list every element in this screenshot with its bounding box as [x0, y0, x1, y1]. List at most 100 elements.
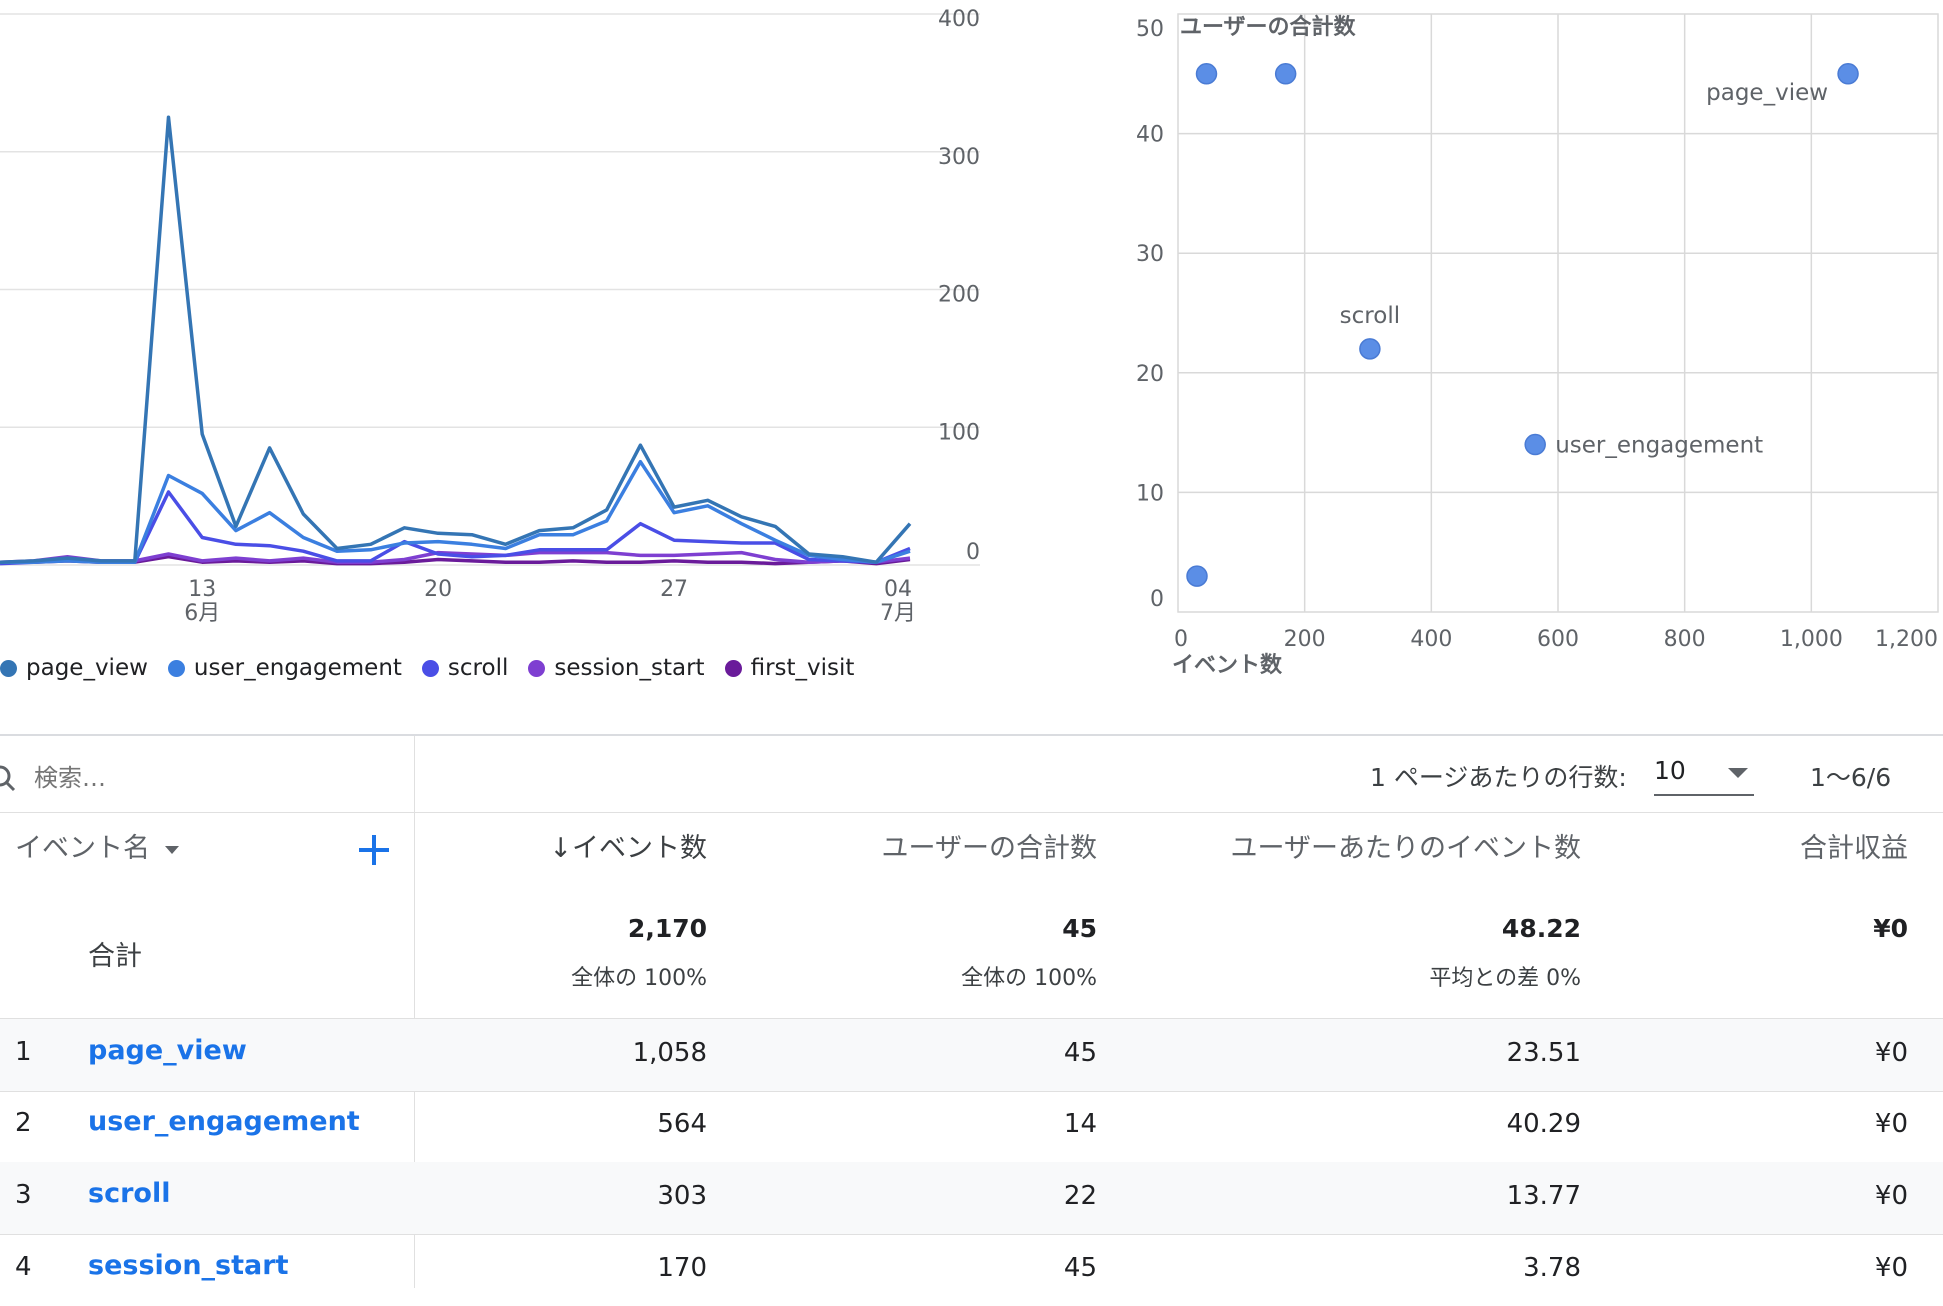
scatter-point [1195, 63, 1218, 85]
x-tick-label: 200 [1284, 627, 1326, 652]
event-count-line-chart: 400 300 200 100 0 136月 20 27 047月 [0, 7, 980, 626]
pagination-range: 1〜6/6 [1810, 763, 1892, 792]
row-index: 4 [15, 1252, 32, 1282]
table-row: 2 user_engagement 564 14 40.29 ¥0 [0, 1090, 1943, 1163]
event-name-link[interactable]: scroll [88, 1178, 170, 1209]
legend-item-user-engagement[interactable]: user_engagement [167, 655, 402, 681]
events-per-user-cell: 23.51 [1506, 1038, 1581, 1068]
column-header-events-per-user[interactable]: ユーザーあたりのイベント数 [1231, 826, 1581, 865]
header-top-divider [0, 812, 1943, 813]
totals-event-count-share: 全体の 100% [571, 966, 707, 991]
y-tick-label: 300 [938, 145, 980, 170]
legend-dot-icon [0, 659, 17, 677]
legend-dot-icon [421, 659, 439, 677]
total-users-cell: 45 [1063, 1038, 1097, 1068]
totals-label: 合計 [88, 941, 142, 972]
x-tick-label: 13 [188, 577, 216, 602]
column-header-event-name[interactable]: イベント名 [15, 826, 181, 865]
scatter-point [1274, 63, 1297, 85]
row-index: 3 [15, 1180, 32, 1210]
y-tick-label: 30 [1136, 242, 1164, 267]
totals-total-users-share: 全体の 100% [961, 966, 1097, 991]
column-header-total-users[interactable]: ユーザーの合計数 [882, 826, 1097, 865]
event-name-link[interactable]: page_view [88, 1035, 247, 1066]
x-axis-title: イベント数 [1172, 652, 1283, 678]
column-header-total-revenue[interactable]: 合計収益 [1800, 826, 1908, 865]
legend-label: user_engagement [193, 655, 402, 681]
toolbar-top-divider [0, 734, 1943, 736]
y-axis-title: ユーザーの合計数 [1180, 14, 1357, 40]
totals-events-per-user-diff: 平均との差 0% [1429, 966, 1581, 991]
total-revenue-cell: ¥0 [1874, 1109, 1908, 1139]
legend-label: session_start [554, 655, 705, 681]
table-row: 4 session_start 170 45 3.78 ¥0 [0, 1234, 1943, 1306]
legend-dot-icon [167, 659, 185, 677]
events-per-user-cell: 3.78 [1523, 1253, 1581, 1283]
legend-dot-icon [724, 659, 742, 677]
scatter-point [1359, 338, 1381, 360]
events-per-user-cell: 40.29 [1506, 1109, 1581, 1139]
event-count-cell: 170 [657, 1253, 707, 1283]
table-row: 1 page_view 1,058 45 23.51 ¥0 [0, 1018, 1943, 1092]
point-label: user_engagement [1555, 433, 1763, 459]
x-tick-label: 27 [660, 577, 688, 602]
total-revenue-cell: ¥0 [1874, 1038, 1908, 1068]
event-count-cell: 564 [657, 1109, 707, 1139]
legend-dot-icon [528, 659, 546, 677]
column-header-label: イベント名 [15, 833, 150, 864]
totals-events-per-user: 48.22 [1501, 914, 1581, 943]
x-tick-month-label: 6月 [184, 601, 220, 626]
rows-per-page-label: 1 ページあたりの行数: [1370, 763, 1627, 792]
column-header-event-count[interactable]: ↓イベント数 [549, 826, 707, 865]
y-tick-label: 50 [1136, 17, 1164, 42]
row-index: 1 [15, 1037, 32, 1067]
totals-total-users: 45 [1062, 914, 1097, 943]
y-tick-label: 0 [1150, 587, 1164, 612]
point-label: scroll [1340, 303, 1400, 329]
search-icon [0, 765, 16, 792]
search-box[interactable] [0, 758, 400, 798]
search-input[interactable] [32, 760, 376, 796]
event-name-link[interactable]: user_engagement [88, 1106, 360, 1137]
x-tick-month-label: 7月 [880, 601, 916, 626]
y-tick-label: 400 [938, 7, 980, 32]
add-dimension-button[interactable] [356, 832, 392, 868]
legend-item-page-view[interactable]: page_view [0, 655, 148, 681]
x-tick-label: 400 [1410, 627, 1452, 652]
scatter-point [1524, 433, 1546, 456]
x-tick-label: 1,000 [1780, 627, 1843, 652]
line-chart-legend: page_view user_engagement scroll session… [0, 650, 874, 686]
totals-event-count: 2,170 [627, 914, 707, 943]
x-tick-label: 1,200 [1875, 627, 1938, 652]
y-tick-label: 20 [1136, 362, 1164, 387]
caret-down-icon [164, 845, 179, 854]
rows-per-page-select[interactable]: 10 [1654, 752, 1754, 796]
x-tick-label: 20 [424, 577, 452, 602]
events-per-user-cell: 13.77 [1506, 1181, 1581, 1211]
legend-label: page_view [26, 655, 148, 681]
legend-label: first_visit [750, 655, 855, 681]
legend-label: scroll [447, 655, 509, 681]
x-tick-label: 600 [1537, 627, 1579, 652]
scatter-point [1186, 565, 1208, 587]
row-index: 2 [15, 1108, 32, 1138]
total-users-cell: 45 [1063, 1253, 1097, 1283]
scatter-point [1837, 63, 1859, 85]
point-label: page_view [1706, 80, 1828, 106]
series-line-page-view [0, 115, 912, 564]
legend-item-scroll[interactable]: scroll [421, 655, 509, 681]
legend-item-first-visit[interactable]: first_visit [724, 655, 855, 681]
chevron-down-icon [1728, 768, 1748, 778]
y-tick-label: 40 [1136, 123, 1164, 148]
total-users-cell: 22 [1063, 1181, 1097, 1211]
legend-item-session-start[interactable]: session_start [528, 655, 705, 681]
table-row: 3 scroll 303 22 13.77 ¥0 [0, 1162, 1943, 1235]
x-tick-label: 04 [884, 577, 912, 602]
total-revenue-cell: ¥0 [1874, 1253, 1908, 1283]
x-tick-label: 800 [1664, 627, 1706, 652]
event-name-link[interactable]: session_start [88, 1250, 288, 1281]
event-count-cell: 1,058 [632, 1038, 707, 1068]
y-tick-label: 10 [1136, 481, 1164, 506]
total-revenue-cell: ¥0 [1874, 1181, 1908, 1211]
users-vs-events-scatter-chart: 50 40 30 20 10 00 200 400 600 800 1,000 1,200 ユーザーの合… [1136, 13, 1939, 678]
